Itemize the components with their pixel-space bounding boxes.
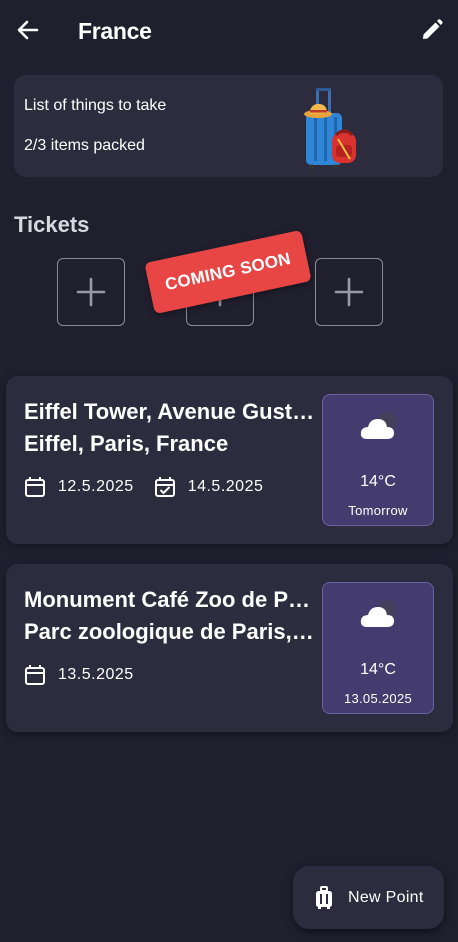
luggage-illustration xyxy=(304,88,356,170)
weather-day: 13.05.2025 xyxy=(343,691,413,706)
cloudy-night-icon xyxy=(360,412,396,439)
new-point-label: New Point xyxy=(348,888,424,906)
plus-icon xyxy=(76,277,106,307)
point-name: Eiffel Tower, Avenue Gustave Eiffel, Par… xyxy=(24,396,316,460)
edit-button[interactable] xyxy=(418,16,446,44)
calendar-icon xyxy=(25,477,45,497)
arrow-left-icon xyxy=(17,20,39,40)
weather-temperature: 14°C xyxy=(360,661,396,678)
date-row: 12.5.2025 14.5.2025 xyxy=(24,476,283,498)
point-name-line: Eiffel, Paris, France xyxy=(24,431,229,456)
point-name-line: Parc zoologique de Paris, Ave… xyxy=(24,619,316,644)
end-date-text: 14.5.2025 xyxy=(187,478,264,495)
weather-box: 14°C 13.05.2025 xyxy=(322,582,434,714)
start-date: 12.5.2025 xyxy=(24,476,134,498)
page-title: France xyxy=(78,18,152,44)
point-card[interactable]: Monument Café Zoo de Paris, Parc zoologi… xyxy=(6,564,453,732)
add-ticket-slot[interactable] xyxy=(315,258,383,326)
weather-day: Tomorrow xyxy=(348,503,408,518)
pencil-icon xyxy=(423,19,443,39)
end-date: 14.5.2025 xyxy=(154,476,264,498)
calendar-icon xyxy=(25,665,45,685)
point-name-line: Monument Café Zoo de Paris, xyxy=(24,587,316,612)
start-date: 13.5.2025 xyxy=(24,664,134,686)
new-point-button[interactable]: New Point xyxy=(293,866,444,929)
packing-list-title: List of things to take xyxy=(24,97,167,114)
add-ticket-slot[interactable] xyxy=(57,258,125,326)
calendar-check-icon xyxy=(154,477,175,497)
packing-count: 2/3 items packed xyxy=(24,137,145,154)
date-row: 13.5.2025 xyxy=(24,664,154,686)
start-date-text: 13.5.2025 xyxy=(58,666,134,683)
weather-temperature: 14°C xyxy=(360,473,396,490)
suitcase-icon xyxy=(316,885,332,909)
suitcase-icon-wrap xyxy=(315,885,333,910)
plus-icon xyxy=(334,277,364,307)
cloudy-night-icon xyxy=(360,600,396,627)
start-date-text: 12.5.2025 xyxy=(58,478,134,495)
tickets-heading: Tickets xyxy=(14,212,90,237)
point-name: Monument Café Zoo de Paris, Parc zoologi… xyxy=(24,584,316,648)
point-card[interactable]: Eiffel Tower, Avenue Gustave Eiffel, Par… xyxy=(6,376,453,544)
point-name-line: Eiffel Tower, Avenue Gustave xyxy=(24,399,316,424)
packing-list-card[interactable]: List of things to take 2/3 items packed xyxy=(14,75,443,177)
weather-box: 14°C Tomorrow xyxy=(322,394,434,526)
app-bar: France xyxy=(0,0,458,62)
back-button[interactable] xyxy=(14,16,42,44)
